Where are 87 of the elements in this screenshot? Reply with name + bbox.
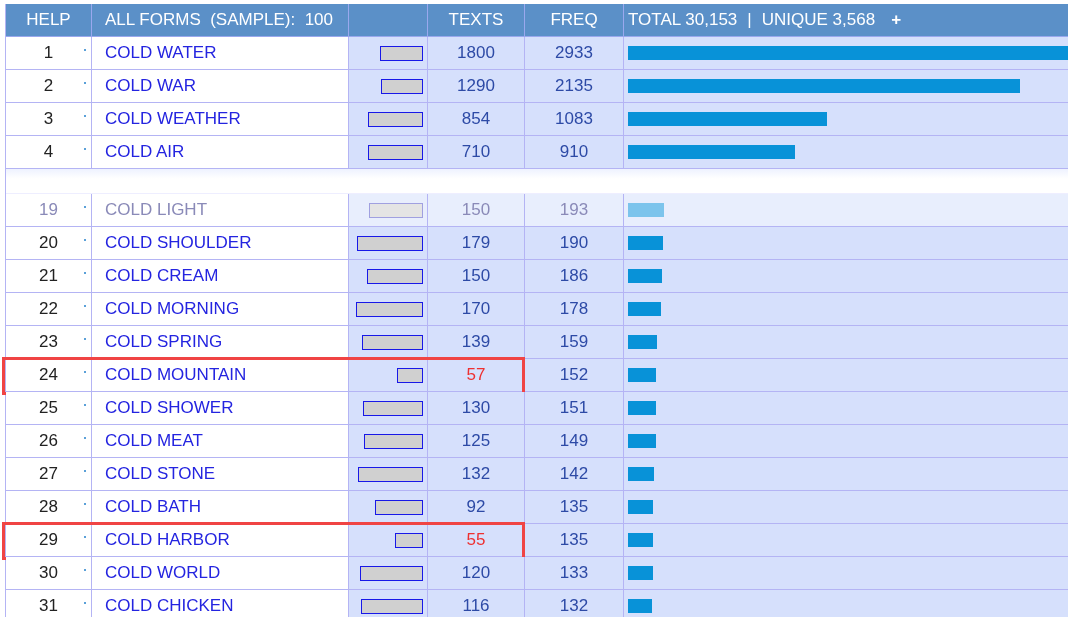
marker-icon <box>84 470 86 472</box>
freq-count: 135 <box>525 491 624 523</box>
rank-number: 24 <box>39 365 58 385</box>
separator: | <box>747 10 752 30</box>
rank-number: 25 <box>39 398 58 418</box>
marker-icon <box>84 569 86 571</box>
freq-count: 149 <box>525 425 624 457</box>
form-link[interactable]: COLD SHOULDER <box>105 233 252 253</box>
rank-number: 27 <box>39 464 58 484</box>
marker-icon <box>84 503 86 505</box>
texts-count: 55 <box>428 524 525 556</box>
texts-count: 130 <box>428 392 525 424</box>
unique-count: UNIQUE 3,568 <box>761 10 876 30</box>
rank-number: 28 <box>39 497 58 517</box>
form-link[interactable]: COLD WATER <box>105 43 217 63</box>
texts-count: 1290 <box>428 70 525 102</box>
rank-number: 1 <box>43 43 54 63</box>
texts-count: 179 <box>428 227 525 259</box>
freq-count: 190 <box>525 227 624 259</box>
freq-count: 159 <box>525 326 624 358</box>
texts-count: 139 <box>428 326 525 358</box>
freq-count: 132 <box>525 590 624 617</box>
marker-icon <box>84 536 86 538</box>
texts-count: 150 <box>428 194 525 226</box>
freq-count: 142 <box>525 458 624 490</box>
form-link[interactable]: COLD HARBOR <box>105 530 230 550</box>
rank-number: 20 <box>39 233 58 253</box>
rank-number: 2 <box>43 76 54 96</box>
texts-count: 125 <box>428 425 525 457</box>
freq-count: 133 <box>525 557 624 589</box>
marker-icon <box>84 272 86 274</box>
freq-count: 152 <box>525 359 624 391</box>
rank-number: 26 <box>39 431 58 451</box>
form-link[interactable]: COLD MORNING <box>105 299 240 319</box>
marker-icon <box>84 148 86 150</box>
texts-count: 710 <box>428 136 525 168</box>
texts-count: 120 <box>428 557 525 589</box>
rank-number: 21 <box>39 266 58 286</box>
texts-count: 854 <box>428 103 525 135</box>
form-link[interactable]: COLD CREAM <box>105 266 219 286</box>
freq-count: 193 <box>525 194 624 226</box>
texts-count: 170 <box>428 293 525 325</box>
freq-count: 910 <box>525 136 624 168</box>
marker-icon <box>84 437 86 439</box>
marker-icon <box>84 338 86 340</box>
form-link[interactable]: COLD WORLD <box>105 563 221 583</box>
rank-number: 30 <box>39 563 58 583</box>
texts-count: 132 <box>428 458 525 490</box>
form-link[interactable]: COLD AIR <box>105 142 185 162</box>
freq-count: 135 <box>525 524 624 556</box>
texts-count: 116 <box>428 590 525 617</box>
form-link[interactable]: COLD MEAT <box>105 431 203 451</box>
total-count: TOTAL 30,153 <box>628 10 738 30</box>
rank-number: 3 <box>43 109 54 129</box>
rank-number: 19 <box>39 200 58 220</box>
marker-icon <box>84 371 86 373</box>
freq-count: 151 <box>525 392 624 424</box>
freq-count: 2933 <box>525 37 624 69</box>
freq-count: 1083 <box>525 103 624 135</box>
marker-icon <box>84 404 86 406</box>
freq-count: 186 <box>525 260 624 292</box>
marker-icon <box>84 602 86 604</box>
marker-icon <box>84 49 86 51</box>
rank-number: 31 <box>39 596 58 616</box>
form-link[interactable]: COLD WEATHER <box>105 109 241 129</box>
form-link[interactable]: COLD WAR <box>105 76 196 96</box>
form-link[interactable]: COLD CHICKEN <box>105 596 234 616</box>
texts-count: 92 <box>428 491 525 523</box>
texts-count: 1800 <box>428 37 525 69</box>
marker-icon <box>84 206 86 208</box>
texts-count: 57 <box>428 359 525 391</box>
freq-count: 178 <box>525 293 624 325</box>
rank-number: 29 <box>39 530 58 550</box>
rank-number: 23 <box>39 332 58 352</box>
marker-icon <box>84 115 86 117</box>
marker-icon <box>84 82 86 84</box>
texts-count: 150 <box>428 260 525 292</box>
form-link[interactable]: COLD SPRING <box>105 332 223 352</box>
marker-icon <box>84 239 86 241</box>
freq-count: 2135 <box>525 70 624 102</box>
form-link[interactable]: COLD SHOWER <box>105 398 234 418</box>
marker-icon <box>84 305 86 307</box>
rank-number: 4 <box>43 142 54 162</box>
form-link[interactable]: COLD BATH <box>105 497 202 517</box>
form-link[interactable]: COLD MOUNTAIN <box>105 365 247 385</box>
form-link[interactable]: COLD STONE <box>105 464 216 484</box>
rank-number: 22 <box>39 299 58 319</box>
